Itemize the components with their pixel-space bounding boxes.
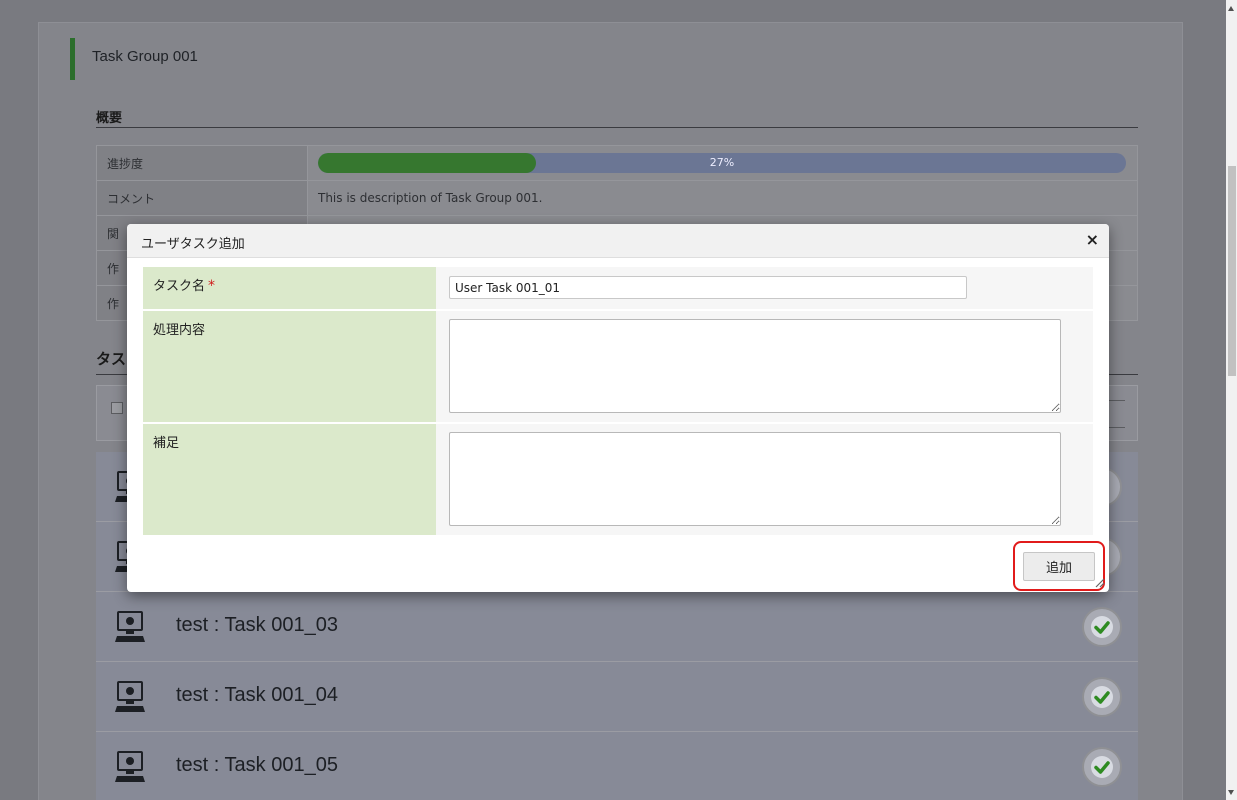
supplement-label: 補足 bbox=[143, 423, 436, 537]
add-button-highlight: 追加 bbox=[1013, 541, 1105, 591]
check-icon bbox=[1091, 756, 1113, 778]
process-cell bbox=[436, 310, 1093, 424]
progress-bar: 27% bbox=[318, 153, 1126, 173]
tasks-heading: タス bbox=[96, 350, 127, 368]
info-label: 進捗度 bbox=[96, 145, 308, 181]
task-name-label-text: タスク名 bbox=[153, 279, 206, 294]
close-icon[interactable]: × bbox=[1086, 232, 1099, 248]
task-title: test : Task 001_05 bbox=[176, 754, 338, 776]
process-label: 処理内容 bbox=[143, 310, 436, 424]
check-icon bbox=[1091, 686, 1113, 708]
task-row[interactable]: test : Task 001_04 bbox=[96, 662, 1138, 732]
add-button[interactable]: 追加 bbox=[1023, 552, 1095, 581]
check-icon bbox=[1091, 616, 1113, 638]
form-row-supplement: 補足 bbox=[143, 423, 1093, 537]
info-label: コメント bbox=[96, 180, 308, 216]
overview-divider bbox=[96, 127, 1138, 128]
process-textarea[interactable] bbox=[449, 319, 1061, 413]
select-all-checkbox[interactable] bbox=[111, 402, 123, 414]
task-name-input[interactable] bbox=[449, 276, 967, 299]
info-row-comment: コメント This is description of Task Group 0… bbox=[96, 180, 1138, 216]
form-row-process: 処理内容 bbox=[143, 310, 1093, 424]
task-row[interactable]: test : Task 001_05 bbox=[96, 732, 1138, 800]
progress-text: 27% bbox=[709, 156, 735, 169]
user-task-icon bbox=[115, 611, 145, 642]
dialog-header: ユーザタスク追加 × bbox=[127, 224, 1109, 258]
scroll-thumb[interactable] bbox=[1228, 166, 1236, 376]
task-title: test : Task 001_04 bbox=[176, 684, 338, 706]
task-title: test : Task 001_03 bbox=[176, 614, 338, 636]
comment-value: This is description of Task Group 001. bbox=[307, 180, 1138, 216]
supplement-textarea[interactable] bbox=[449, 432, 1061, 526]
user-task-icon bbox=[115, 751, 145, 782]
required-mark: * bbox=[208, 278, 216, 294]
user-task-icon bbox=[115, 681, 145, 712]
progress-cell: 27% bbox=[307, 145, 1138, 181]
resize-grip-icon[interactable] bbox=[1095, 578, 1105, 588]
vertical-scrollbar[interactable] bbox=[1226, 0, 1237, 800]
complete-status-button[interactable] bbox=[1082, 677, 1122, 717]
task-row[interactable]: test : Task 001_03 bbox=[96, 592, 1138, 662]
scroll-down-arrow-icon[interactable] bbox=[1228, 790, 1234, 795]
task-name-cell bbox=[436, 267, 1093, 311]
group-accent-bar bbox=[70, 38, 75, 80]
complete-status-button[interactable] bbox=[1082, 747, 1122, 787]
page-title: Task Group 001 bbox=[92, 48, 198, 65]
overview-heading: 概要 bbox=[96, 111, 123, 126]
task-name-label: タスク名 * bbox=[143, 267, 436, 311]
dialog-title: ユーザタスク追加 bbox=[141, 237, 245, 252]
scroll-up-arrow-icon[interactable] bbox=[1228, 6, 1234, 11]
supplement-cell bbox=[436, 423, 1093, 537]
task-form: タスク名* 処理内容 補足 bbox=[143, 267, 1093, 537]
add-user-task-dialog: ユーザタスク追加 × タスク名* 処理内容 補足 追加 bbox=[127, 224, 1109, 592]
complete-status-button[interactable] bbox=[1082, 607, 1122, 647]
info-row-progress: 進捗度 27% bbox=[96, 145, 1138, 181]
toolbar-button[interactable] bbox=[1107, 400, 1125, 428]
form-row-task-name: タスク名 * bbox=[143, 267, 1093, 311]
